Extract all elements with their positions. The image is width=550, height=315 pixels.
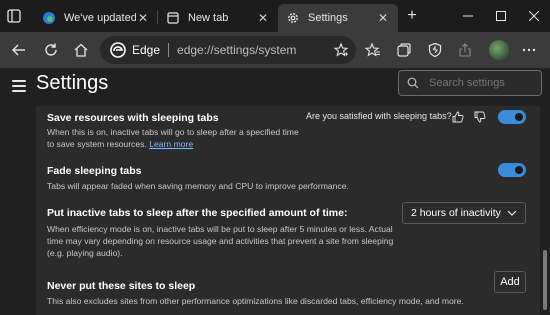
minimize-icon[interactable] xyxy=(458,6,478,26)
fade-tabs-toggle[interactable] xyxy=(498,163,526,177)
sleeping-tabs-description: When this is on, inactive tabs will go t… xyxy=(47,126,347,150)
inactive-time-dropdown[interactable]: 2 hours of inactivity xyxy=(402,202,526,224)
address-bar[interactable]: Edge edge://settings/system xyxy=(100,36,356,64)
close-window-icon[interactable] xyxy=(524,6,544,26)
scrollbar-thumb[interactable] xyxy=(543,250,547,310)
inactive-time-description: When efficiency mode is on, inactive tab… xyxy=(47,223,407,259)
fade-tabs-title: Fade sleeping tabs xyxy=(47,165,142,177)
sleeping-tabs-desc-line: to save system resources. xyxy=(47,139,147,149)
never-sleep-title: Never put these sites to sleep xyxy=(47,280,196,292)
tab-actions-icon[interactable] xyxy=(6,8,22,24)
back-arrow-icon[interactable] xyxy=(10,41,28,59)
tab-title: Settings xyxy=(308,12,348,24)
tab-new-tab[interactable]: New tab ✕ xyxy=(158,4,278,32)
toggle-knob xyxy=(515,113,523,121)
gear-icon xyxy=(286,11,300,25)
tab-strip: We've updated you ✕ New tab ✕ Settings ✕… xyxy=(0,0,550,32)
new-tab-favicon-icon xyxy=(166,11,180,25)
thumbs-down-icon[interactable] xyxy=(474,110,486,123)
collections-icon[interactable] xyxy=(395,41,413,59)
close-icon[interactable]: ✕ xyxy=(376,11,390,25)
address-brand: Edge xyxy=(132,43,161,57)
search-icon xyxy=(407,77,419,89)
close-icon[interactable]: ✕ xyxy=(136,11,150,25)
feedback-question: Are you satisfied with sleeping tabs? xyxy=(306,111,452,121)
inactive-time-desc-line: When efficiency mode is on, inactive tab… xyxy=(47,224,393,234)
chevron-down-icon xyxy=(507,208,517,218)
browser-toolbar: Edge edge://settings/system xyxy=(0,32,550,68)
favorites-icon[interactable] xyxy=(364,41,382,59)
inactive-time-desc-line: time may vary depending on resource usag… xyxy=(47,236,394,246)
sleeping-tabs-desc-line: When this is on, inactive tabs will go t… xyxy=(47,127,299,137)
inactive-time-title: Put inactive tabs to sleep after the spe… xyxy=(47,207,348,219)
settings-header: Settings xyxy=(0,68,550,108)
sleeping-tabs-toggle[interactable] xyxy=(498,110,526,124)
fade-tabs-description: Tabs will appear faded when saving memor… xyxy=(47,181,349,191)
menu-hamburger-icon[interactable] xyxy=(12,80,26,92)
inactive-time-desc-line: (e.g. playing audio). xyxy=(47,248,123,258)
search-input[interactable] xyxy=(429,77,539,89)
edge-favicon-icon xyxy=(42,11,56,25)
never-sleep-description: This also excludes sites from other perf… xyxy=(47,296,464,306)
new-tab-plus-icon[interactable]: + xyxy=(404,8,420,24)
edge-logo-icon xyxy=(110,42,126,58)
refresh-icon[interactable] xyxy=(42,41,60,59)
tab-settings[interactable]: Settings ✕ xyxy=(278,4,398,32)
more-options-icon[interactable] xyxy=(520,41,538,59)
sleeping-tabs-title: Save resources with sleeping tabs xyxy=(47,112,219,124)
add-favorite-star-icon[interactable] xyxy=(332,41,350,59)
tab-title: New tab xyxy=(188,12,229,24)
share-icon[interactable] xyxy=(456,41,474,59)
browser-essentials-icon[interactable] xyxy=(426,41,444,59)
dropdown-selected-value: 2 hours of inactivity xyxy=(411,207,501,219)
thumbs-up-icon[interactable] xyxy=(452,110,464,123)
address-url: edge://settings/system xyxy=(177,43,297,57)
learn-more-link[interactable]: Learn more xyxy=(149,139,193,149)
tab-title: We've updated you xyxy=(64,12,136,24)
profile-avatar[interactable] xyxy=(489,40,509,60)
close-icon[interactable]: ✕ xyxy=(256,11,270,25)
address-divider xyxy=(168,43,170,57)
page-title: Settings xyxy=(36,72,109,94)
add-site-button[interactable]: Add xyxy=(494,271,526,293)
search-settings-box[interactable] xyxy=(398,70,542,96)
toggle-knob xyxy=(515,166,523,174)
tab-updated[interactable]: We've updated you ✕ xyxy=(34,4,158,32)
home-icon[interactable] xyxy=(72,41,90,59)
maximize-icon[interactable] xyxy=(491,6,511,26)
